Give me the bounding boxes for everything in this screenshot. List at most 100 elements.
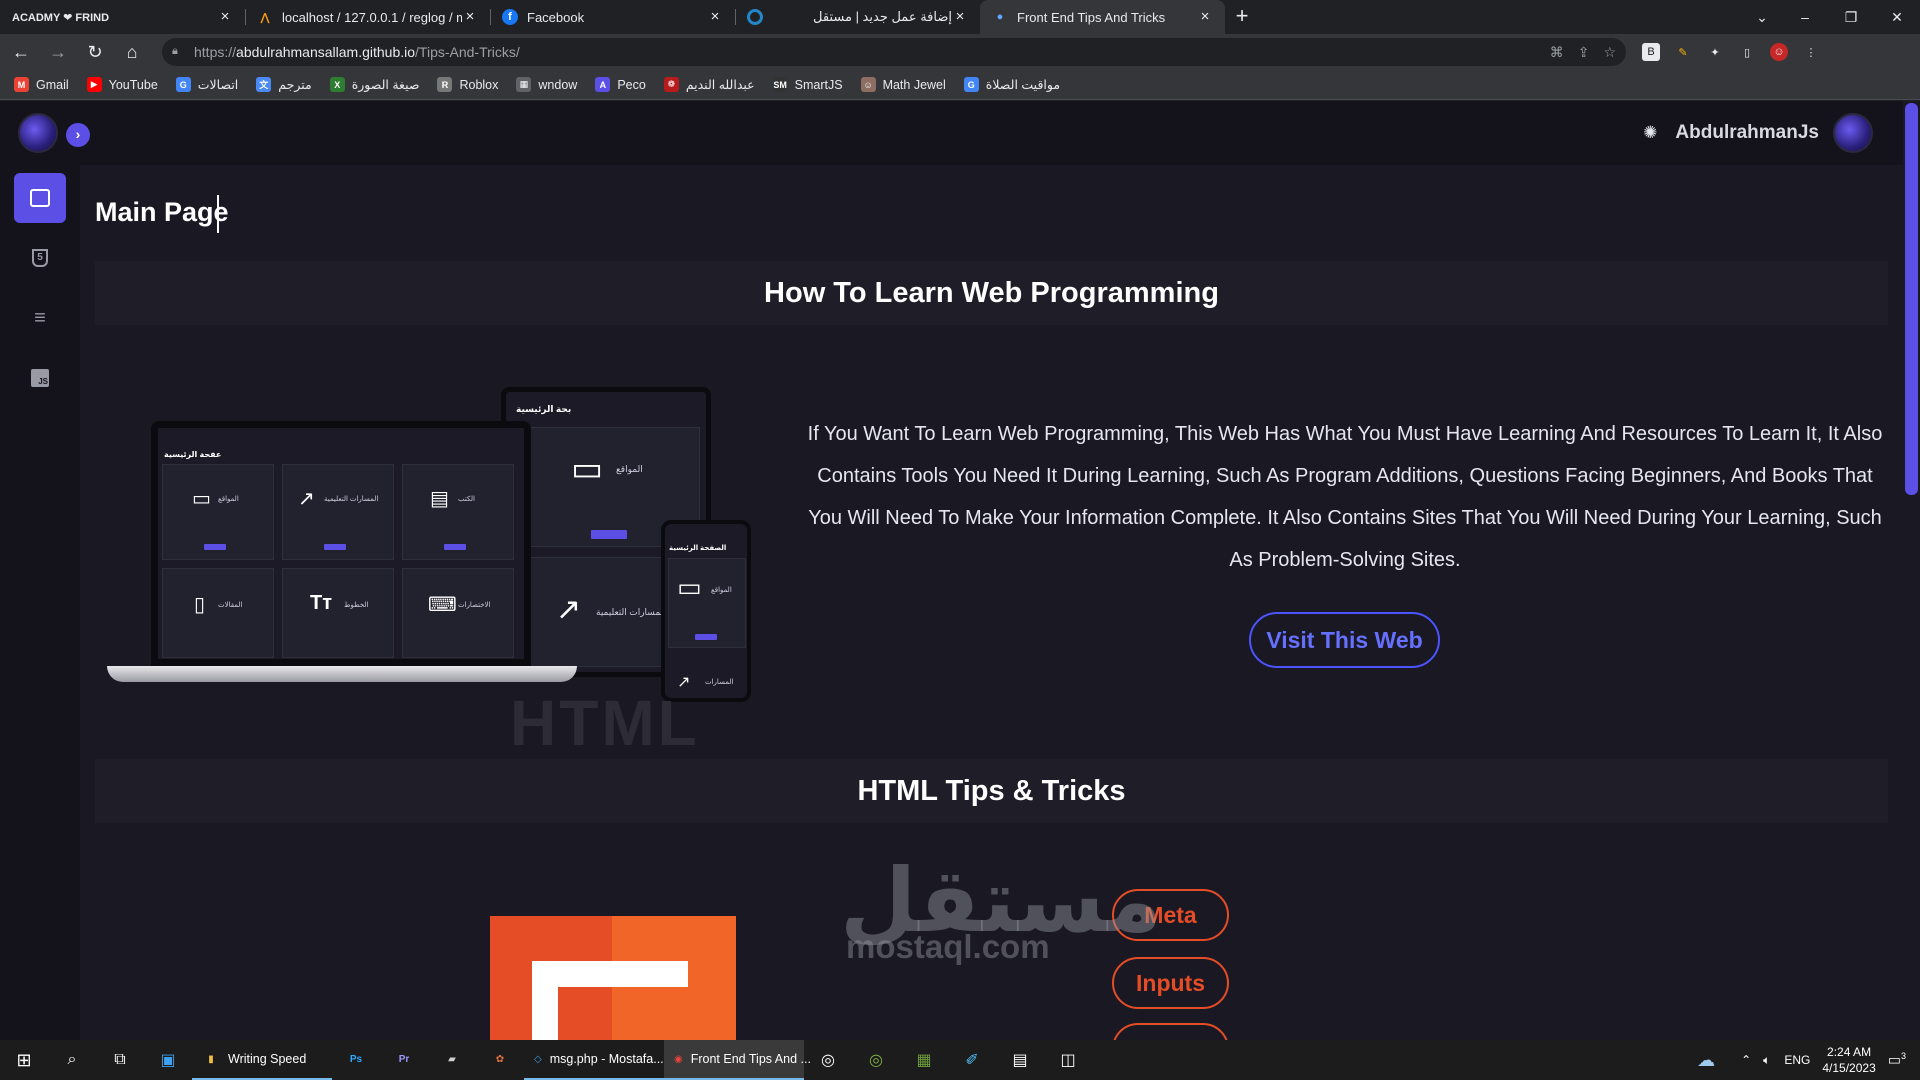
inputs-button[interactable]: Inputs [1112,957,1229,1009]
bookmark-item[interactable]: X صيغة الصورة [329,77,419,92]
app-icon[interactable]: ◫ [1044,1040,1092,1080]
visit-this-web-button[interactable]: Visit This Web [1249,612,1440,668]
forward-button[interactable]: → [42,36,74,68]
close-icon[interactable]: × [462,9,478,25]
browser-toolbar: ← → ↻ ⌂ 🔒︎ https://abdulrahmansallam.git… [0,34,1920,70]
devices-mockup-image: بحة الرئيسية ▭ المواقع ↗ لمسارات التعليم… [103,386,753,706]
avatar[interactable] [1833,113,1873,153]
notification-center-icon[interactable]: ▭3 [1888,1051,1906,1069]
clock[interactable]: 2:24 AM 4/15/2023 [1822,1044,1875,1076]
taskbar-app[interactable]: ◉ Front End Tips And ... [664,1040,811,1080]
theme-toggle-sun-icon[interactable]: ✺ [1643,123,1657,143]
close-icon[interactable]: × [1197,9,1213,25]
sidebar-toggle-chevron-icon[interactable]: › [66,123,90,147]
tab-localhost[interactable]: ⋀ localhost / 127.0.0.1 / reglog / m × [245,0,490,34]
new-tab-button[interactable]: + [1225,0,1259,34]
js-icon: JS [31,369,49,387]
volume-icon[interactable]: 🔈︎ [1763,1053,1770,1068]
menu-kebab-icon[interactable]: ⋮ [1802,43,1820,61]
chrome-dev-icon[interactable]: ◎ [852,1040,900,1080]
extension-b-icon[interactable]: B [1642,43,1660,61]
bookmark-label: Math Jewel [882,77,946,92]
store-icon[interactable]: ▣ [144,1040,192,1080]
tab-acadmy[interactable]: ACADMY ❤ FRIND × [0,0,245,34]
language-indicator[interactable]: ENG [1784,1053,1810,1067]
tablet-title: بحة الرئيسية [516,404,572,414]
minecraft-icon[interactable]: ▦ [900,1040,948,1080]
bookmark-item[interactable]: A Peco [595,77,646,92]
bookmark-item[interactable]: G اتصالات [175,77,238,92]
taskbar-app[interactable]: ✿ [476,1040,524,1080]
site-logo[interactable] [18,113,58,153]
sidebar-item-main-page[interactable]: ▭ [14,173,66,223]
extensions-puzzle-icon[interactable]: ✦ [1706,43,1724,61]
address-bar[interactable]: 🔒︎ https://abdulrahmansallam.github.io/T… [162,38,1626,66]
next-tip-button-partial[interactable] [1112,1023,1229,1040]
laptop-go-button [204,544,226,550]
laptop-card [282,568,394,658]
lock-icon[interactable]: 🔒︎ [172,45,184,59]
laptop-title: عفحة الرئيسية [164,450,222,459]
bookmark-item[interactable]: 文 مترجم [256,77,312,92]
section-heading-learn: How To Learn Web Programming [95,261,1888,325]
show-hidden-icons-chevron-icon[interactable]: ⌃ [1741,1053,1751,1067]
bookmark-item[interactable]: ▦ wndow [516,77,577,92]
bookmark-label: مواقيت الصلاة [985,78,1061,92]
font-icon: Tт [310,592,333,614]
sidebar-item-js[interactable]: JS [14,353,66,403]
bookmark-item[interactable]: M Gmail [14,77,69,92]
task-view-icon[interactable]: ⧉ [96,1040,144,1080]
sidebar: › ▭ 5 ≡ JS [0,101,90,1040]
side-panel-icon[interactable]: ▯ [1738,43,1756,61]
page-scrollbar[interactable] [1903,101,1920,1040]
bookmark-item[interactable]: ☺ Math Jewel [860,77,946,92]
search-icon[interactable]: ⌕ [48,1040,96,1080]
taskbar-app[interactable]: Pr [380,1040,428,1080]
bookmark-item[interactable]: SM SmartJS [772,77,843,92]
bookmark-item[interactable]: G مواقيت الصلاة [963,77,1061,92]
extension-pen-icon[interactable]: ✎ [1674,43,1692,61]
windows-start-icon[interactable]: ⊞ [0,1040,48,1080]
back-button[interactable]: ← [5,36,37,68]
tab-search-icon[interactable]: ⌄ [1742,0,1782,34]
taskbar-app-icon: ▮ [208,1053,214,1065]
close-icon[interactable]: × [707,9,723,25]
laptop-card-label: الخطوط [344,602,369,609]
reload-button[interactable]: ↻ [79,36,111,68]
bookmark-item[interactable]: ❁ عبدالله النديم [663,77,755,92]
phone-go-button [695,634,717,640]
close-icon[interactable]: × [952,9,968,25]
bookmark-item[interactable]: R Roblox [437,77,498,92]
translate-icon[interactable]: ⌘ [1550,44,1564,61]
minimize-button[interactable]: – [1782,0,1828,34]
restore-button[interactable]: ❐ [1828,0,1874,34]
close-icon[interactable]: × [217,9,233,25]
bookmark-favicon-icon: ❁ [663,77,679,92]
url-scheme: https:// [194,44,237,60]
share-icon[interactable]: ⇪ [1578,44,1590,61]
tab-mostaql[interactable]: إضافة عمل جديد | مستقل × [735,0,980,34]
profile-avatar-icon[interactable]: ☺ [1770,43,1788,61]
bookmark-favicon-icon: ☺ [860,77,876,92]
bookmark-star-icon[interactable]: ☆ [1603,44,1616,61]
tab-title: إضافة عمل جديد | مستقل [813,9,952,24]
taskbar-app[interactable]: ▮ Writing Speed [192,1040,332,1080]
close-window-button[interactable]: ✕ [1874,0,1920,34]
cleaner-icon[interactable]: ✐ [948,1040,996,1080]
weather-icon[interactable]: ☁ [1697,1050,1715,1071]
phone-mockup: الصفحة الرئيسية ▭ المواقع ↗ المسارات [661,520,751,702]
scrollbar-thumb[interactable] [1905,103,1918,495]
chrome-icon[interactable]: ◎ [804,1040,852,1080]
home-button[interactable]: ⌂ [116,36,148,68]
tablet-card-label: المواقع [616,464,643,474]
tab-facebook[interactable]: f Facebook × [490,0,735,34]
tab-front-end-tips[interactable]: ● Front End Tips And Tricks × [980,0,1225,34]
taskbar-app[interactable]: ▰ [428,1040,476,1080]
calculator-icon[interactable]: ▤ [996,1040,1044,1080]
bookmark-item[interactable]: ▶ YouTube [86,77,158,92]
taskbar-app[interactable]: ◇ msg.php - Mostafa... [524,1040,664,1080]
bookmark-favicon-icon: A [595,77,611,92]
sidebar-item-css[interactable]: ≡ [14,293,66,343]
taskbar-app[interactable]: Ps [332,1040,380,1080]
sidebar-item-html[interactable]: 5 [14,233,66,283]
